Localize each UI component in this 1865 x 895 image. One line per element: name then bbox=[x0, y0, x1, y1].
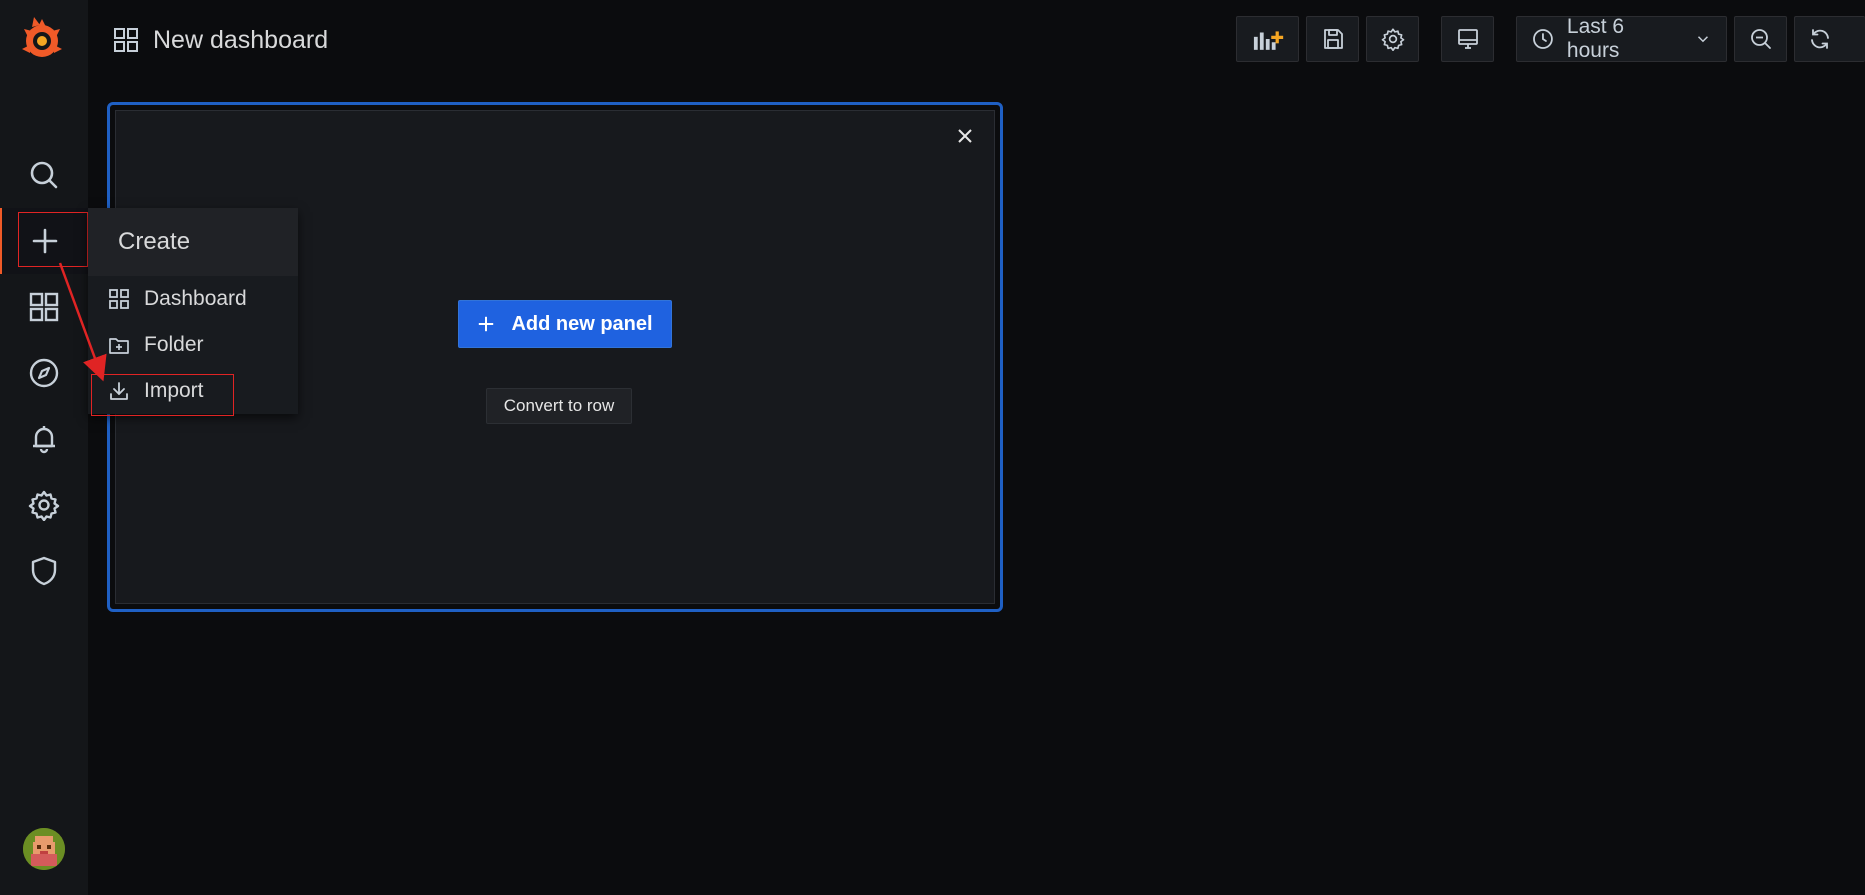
close-icon[interactable] bbox=[954, 125, 976, 147]
panel-add-icon bbox=[1253, 31, 1283, 50]
clock-icon bbox=[1533, 29, 1553, 49]
import-label: Import bbox=[144, 379, 204, 402]
server-admin-shield-icon[interactable] bbox=[0, 538, 88, 604]
dashboard-title-text: New dashboard bbox=[153, 25, 329, 54]
flyout-header[interactable]: Create bbox=[88, 208, 298, 276]
grafana-logo-icon[interactable] bbox=[18, 15, 66, 63]
chevron-down-icon bbox=[1698, 36, 1709, 43]
apps-icon bbox=[114, 28, 138, 52]
zoom-out-icon bbox=[1750, 29, 1771, 49]
save-icon bbox=[1323, 29, 1343, 49]
search-icon[interactable] bbox=[0, 142, 88, 208]
gear-icon bbox=[1381, 28, 1404, 51]
sidebar bbox=[0, 0, 88, 895]
alerting-bell-icon[interactable] bbox=[0, 406, 88, 472]
create-dashboard-label: Dashboard bbox=[144, 287, 247, 310]
add-panel-toolbar-button[interactable] bbox=[1236, 16, 1299, 62]
folder-plus-icon bbox=[109, 338, 129, 354]
import-item[interactable]: Import bbox=[88, 368, 298, 414]
add-new-panel-label: Add new panel bbox=[511, 312, 653, 335]
time-range-label: Last 6 hours bbox=[1566, 15, 1625, 62]
configuration-gear-icon[interactable] bbox=[0, 472, 88, 538]
explore-compass-icon[interactable] bbox=[0, 340, 88, 406]
add-new-panel-button[interactable]: Add new panel bbox=[458, 300, 672, 348]
refresh-button[interactable] bbox=[1794, 16, 1865, 62]
apps-icon bbox=[109, 289, 129, 309]
create-flyout-menu: Create Dashboard Folder Import bbox=[88, 208, 298, 414]
save-dashboard-button[interactable] bbox=[1306, 16, 1359, 62]
import-icon bbox=[110, 382, 128, 400]
create-plus-icon[interactable] bbox=[0, 208, 88, 274]
create-folder-item[interactable]: Folder bbox=[88, 322, 298, 368]
dashboard-title[interactable]: New dashboard bbox=[113, 20, 328, 60]
time-range-picker[interactable]: Last 6 hours bbox=[1516, 15, 1727, 62]
create-folder-label: Folder bbox=[144, 333, 204, 356]
convert-to-row-button[interactable]: Convert to row bbox=[486, 388, 632, 424]
dashboard-settings-button[interactable] bbox=[1366, 16, 1419, 62]
zoom-out-button[interactable] bbox=[1734, 16, 1787, 62]
refresh-icon bbox=[1811, 29, 1829, 49]
dashboards-grid-icon[interactable] bbox=[0, 274, 88, 340]
plus-icon bbox=[479, 316, 494, 332]
user-avatar[interactable] bbox=[23, 828, 65, 870]
create-dashboard-item[interactable]: Dashboard bbox=[88, 276, 298, 322]
tv-mode-button[interactable] bbox=[1441, 16, 1494, 62]
monitor-icon bbox=[1457, 29, 1478, 49]
